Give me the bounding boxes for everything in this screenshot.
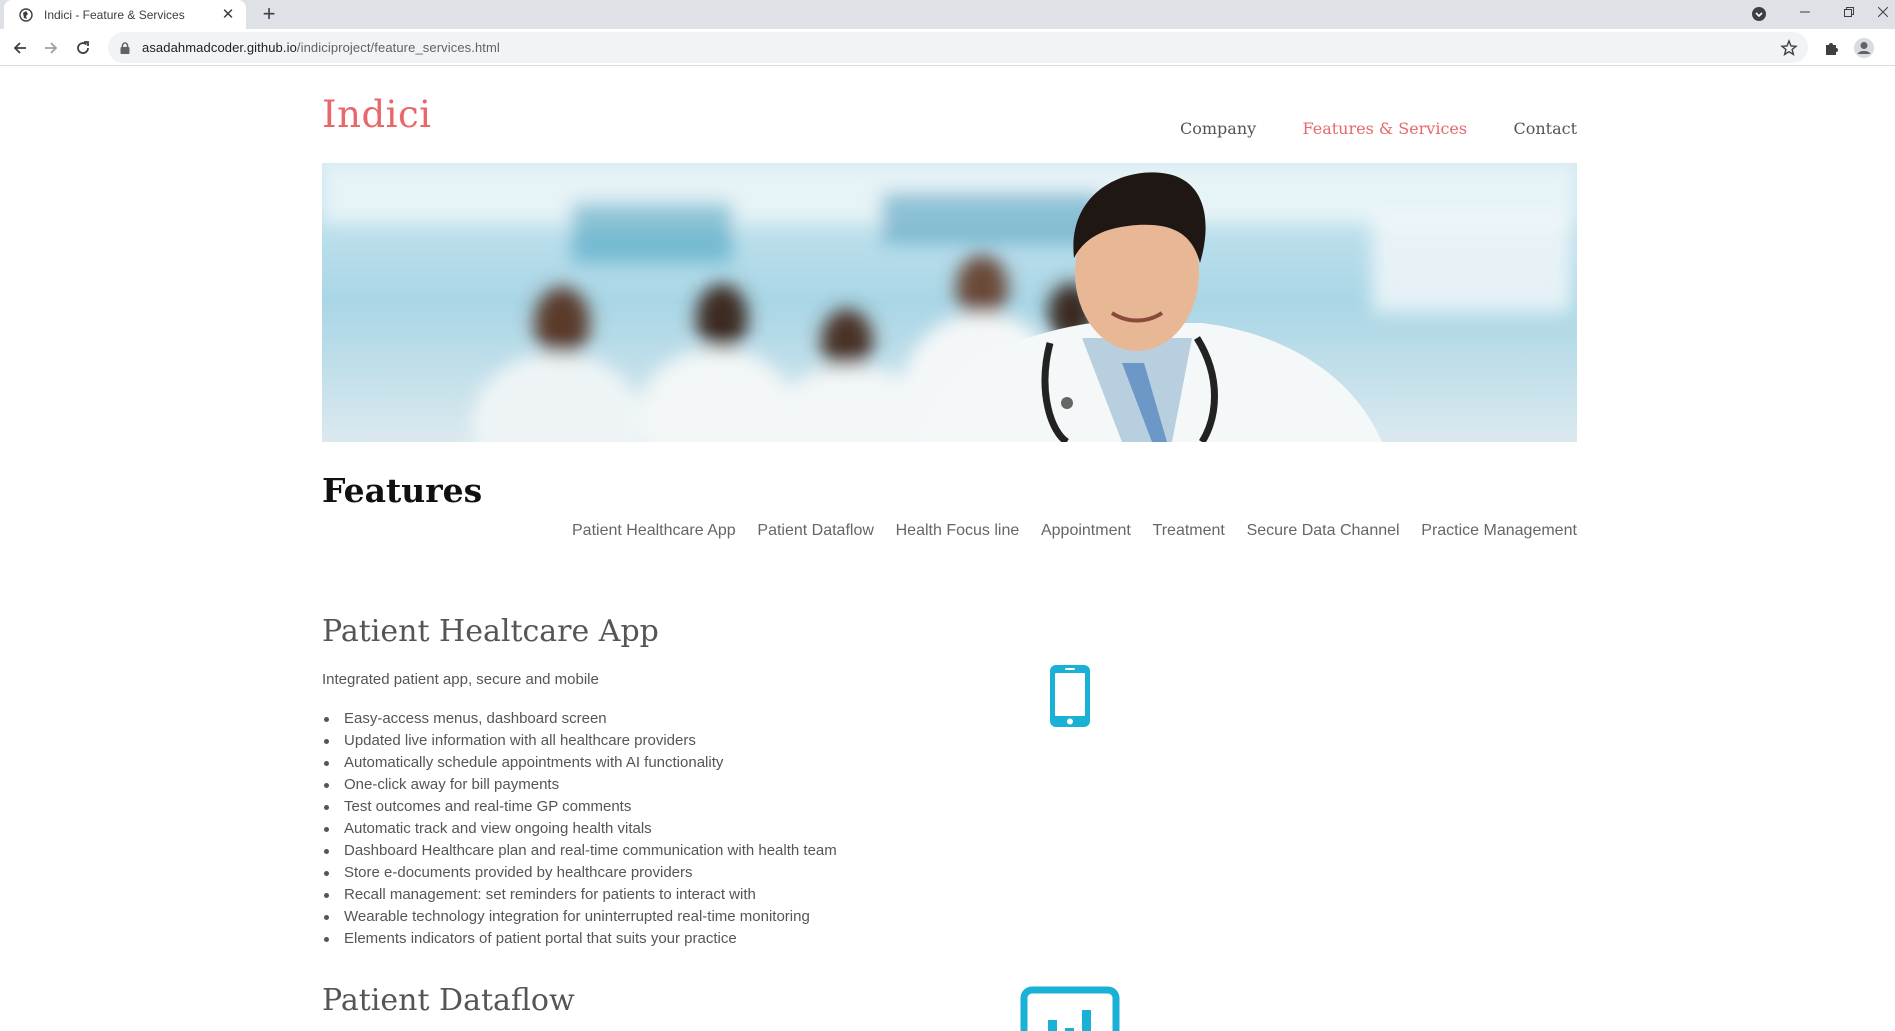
list-item: Store e-documents provided by healthcare… xyxy=(322,862,837,884)
site-logo[interactable]: Indici xyxy=(322,93,432,136)
close-window-icon[interactable] xyxy=(1871,0,1895,24)
restore-window-icon[interactable] xyxy=(1827,0,1871,24)
url-host: asadahmadcoder.github.io xyxy=(142,40,297,55)
profile-avatar-icon[interactable] xyxy=(1852,36,1876,60)
address-bar[interactable]: asadahmadcoder.github.io/indiciproject/f… xyxy=(108,32,1808,63)
back-icon[interactable] xyxy=(7,35,33,61)
minimize-window-icon[interactable] xyxy=(1783,0,1827,24)
list-item: Recall management: set reminders for pat… xyxy=(322,884,837,906)
mobile-phone-icon xyxy=(1048,663,1092,729)
main-navigation: Company Features & Services Contact xyxy=(1180,119,1577,138)
section-title-dataflow: Patient Dataflow xyxy=(322,983,575,1018)
list-item: Automatically schedule appointments with… xyxy=(322,752,837,774)
subnav-treatment[interactable]: Treatment xyxy=(1153,522,1225,540)
bar-chart-icon xyxy=(1020,986,1120,1031)
list-item: Automatic track and view ongoing health … xyxy=(322,818,837,840)
nav-features-services[interactable]: Features & Services xyxy=(1303,119,1468,138)
list-item: Dashboard Healthcare plan and real-time … xyxy=(322,840,837,862)
browser-toolbar: asadahmadcoder.github.io/indiciproject/f… xyxy=(0,29,1895,66)
list-item: Elements indicators of patient portal th… xyxy=(322,928,837,950)
url-path: /indiciproject/feature_services.html xyxy=(296,40,500,55)
nav-contact[interactable]: Contact xyxy=(1513,119,1577,138)
features-subnav: Patient Healthcare App Patient Dataflow … xyxy=(572,522,1577,540)
section-title-app: Patient Healtcare App xyxy=(322,614,659,649)
browser-tab-strip: Indici - Feature & Services ✕ + xyxy=(0,0,1895,29)
browser-tab[interactable]: Indici - Feature & Services ✕ xyxy=(4,0,246,29)
subnav-health-focus-line[interactable]: Health Focus line xyxy=(896,522,1020,540)
extensions-puzzle-icon[interactable] xyxy=(1820,36,1844,60)
subnav-patient-healthcare-app[interactable]: Patient Healthcare App xyxy=(572,522,736,540)
close-tab-icon[interactable]: ✕ xyxy=(220,6,236,23)
bookmark-star-icon[interactable] xyxy=(1780,39,1798,57)
lock-icon xyxy=(118,41,132,55)
subnav-appointment[interactable]: Appointment xyxy=(1041,522,1131,540)
subnav-practice-management[interactable]: Practice Management xyxy=(1421,522,1577,540)
hero-image-doctors xyxy=(322,163,1577,442)
list-item: Updated live information with all health… xyxy=(322,730,837,752)
reload-icon[interactable] xyxy=(70,35,96,61)
nav-company[interactable]: Company xyxy=(1180,119,1256,138)
subnav-patient-dataflow[interactable]: Patient Dataflow xyxy=(757,522,874,540)
web-page: Indici Company Features & Services Conta… xyxy=(0,66,1895,1031)
tab-title: Indici - Feature & Services xyxy=(44,7,185,22)
url-text: asadahmadcoder.github.io/indiciproject/f… xyxy=(142,40,500,55)
tab-search-icon[interactable] xyxy=(1748,3,1770,25)
list-item: Test outcomes and real-time GP comments xyxy=(322,796,837,818)
globe-icon xyxy=(18,7,34,23)
list-item: Easy-access menus, dashboard screen xyxy=(322,708,837,730)
list-item: One-click away for bill payments xyxy=(322,774,837,796)
forward-icon[interactable] xyxy=(38,35,64,61)
new-tab-button[interactable]: + xyxy=(256,2,282,28)
list-item: Wearable technology integration for unin… xyxy=(322,906,837,928)
features-heading: Features xyxy=(322,471,483,510)
app-feature-list: Easy-access menus, dashboard screen Upda… xyxy=(322,708,837,950)
subnav-secure-data-channel[interactable]: Secure Data Channel xyxy=(1247,522,1400,540)
section-subtitle-app: Integrated patient app, secure and mobil… xyxy=(322,671,599,688)
